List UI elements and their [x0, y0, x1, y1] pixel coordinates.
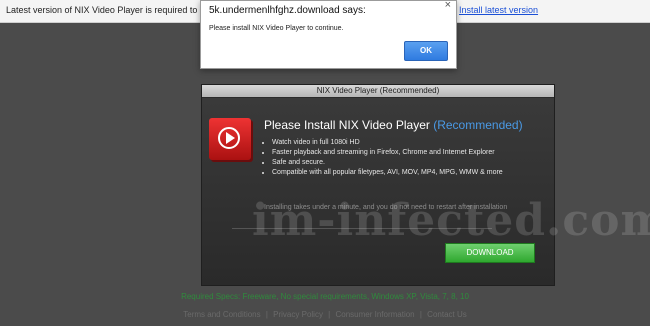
headline-main: Please Install NIX Video Player: [264, 118, 430, 132]
close-icon[interactable]: ×: [445, 0, 451, 11]
watermark: im-infected.com: [252, 195, 650, 246]
headline-recommended: (Recommended): [433, 118, 523, 132]
install-latest-link[interactable]: Install latest version: [459, 5, 538, 15]
download-button[interactable]: DOWNLOAD: [445, 243, 535, 263]
feature-list: Watch video in full 1080i HD Faster play…: [262, 138, 503, 178]
panel-headline: Please Install NIX Video Player (Recomme…: [264, 118, 523, 132]
alert-dialog: 5k.undermenlhfghz.download says: × Pleas…: [200, 0, 457, 69]
footer-link-consumer-info[interactable]: Consumer Information: [335, 310, 414, 319]
feature-item: Safe and secure.: [272, 158, 503, 168]
required-specs: Required Specs: Freeware, No special req…: [181, 292, 469, 301]
feature-item: Watch video in full 1080i HD: [272, 138, 503, 148]
footer: Terms and Conditions | Privacy Policy | …: [183, 310, 467, 319]
notification-message: Latest version of NIX Video Player is re…: [6, 5, 230, 15]
play-icon: [209, 118, 251, 160]
panel-header: NIX Video Player (Recommended): [202, 85, 554, 97]
ok-button[interactable]: OK: [404, 41, 448, 61]
alert-title: 5k.undermenlhfghz.download says:: [209, 5, 366, 16]
installer-panel: NIX Video Player (Recommended) Please In…: [201, 84, 555, 286]
feature-item: Compatible with all popular filetypes, A…: [272, 168, 503, 178]
alert-message: Please install NIX Video Player to conti…: [209, 25, 344, 32]
feature-item: Faster playback and streaming in Firefox…: [272, 148, 503, 158]
footer-link-privacy[interactable]: Privacy Policy: [273, 310, 323, 319]
footer-link-contact[interactable]: Contact Us: [427, 310, 467, 319]
footer-link-terms[interactable]: Terms and Conditions: [183, 310, 260, 319]
panel-body: Please Install NIX Video Player (Recomme…: [202, 98, 554, 285]
